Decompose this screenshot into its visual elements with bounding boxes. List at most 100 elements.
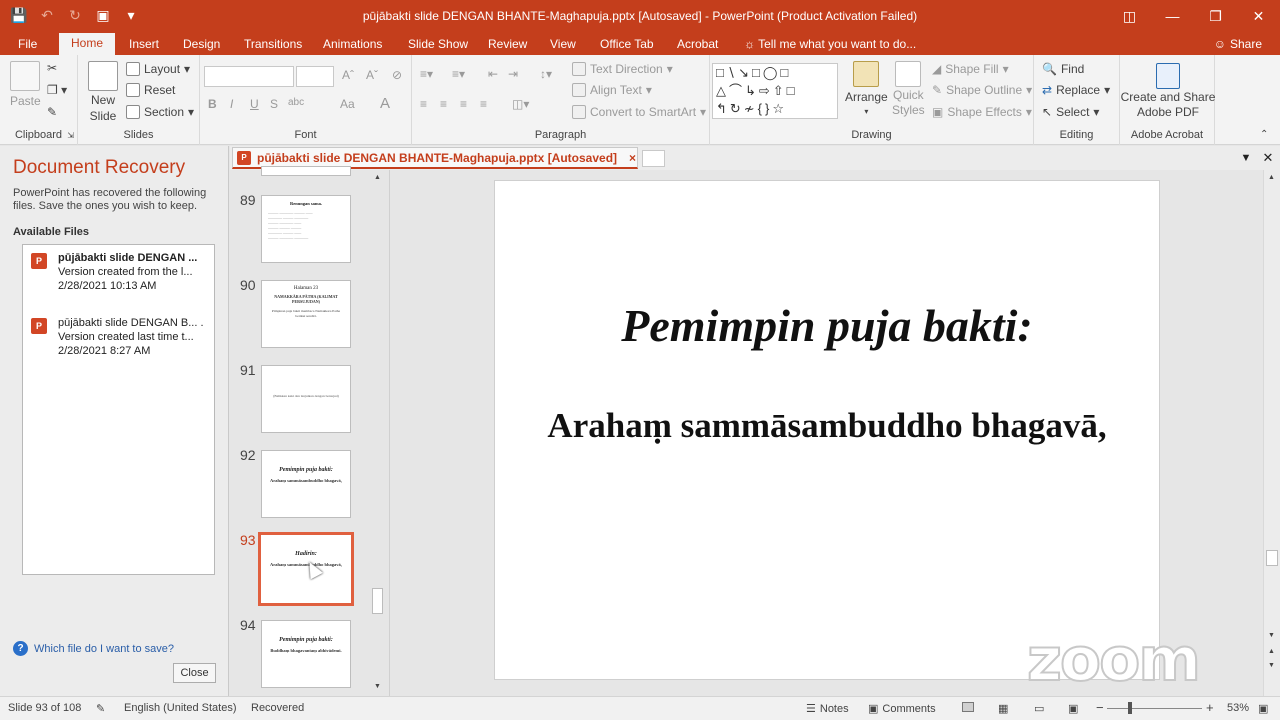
- slide-thumbnail-94[interactable]: Pemimpin puja bakti: Buddhaṃ bhagavantaṃ…: [261, 620, 351, 688]
- underline-button[interactable]: U: [250, 97, 259, 111]
- decrease-font-icon[interactable]: Aˇ: [366, 68, 378, 82]
- close-document-icon[interactable]: ✕: [1260, 150, 1276, 166]
- shape-fill-button[interactable]: ◢ Shape Fill ▾: [932, 62, 1009, 76]
- format-painter-icon[interactable]: ✎: [47, 105, 57, 119]
- copy-icon[interactable]: ❐ ▾: [47, 83, 67, 97]
- comments-button[interactable]: ▣ Comments: [868, 702, 936, 716]
- next-slide-icon[interactable]: ▼: [1265, 660, 1278, 672]
- minimize-icon[interactable]: —: [1151, 0, 1194, 32]
- slide-thumbnail-89[interactable]: Renungan sama. ——— ———— ——— —— ———— ——— —…: [261, 195, 351, 263]
- cut-icon[interactable]: ✂: [47, 61, 57, 75]
- layout-button[interactable]: Layout ▾: [126, 62, 190, 76]
- slide-thumbnail-91[interactable]: (Balikkan kaki dan lanjutkan dengan bers…: [261, 365, 351, 433]
- change-case-button[interactable]: Aa: [340, 97, 355, 111]
- increase-font-icon[interactable]: Aˆ: [342, 68, 354, 82]
- numbering-icon[interactable]: ≡▾: [452, 67, 465, 81]
- shape-effects-button[interactable]: ▣ Shape Effects ▾: [932, 105, 1032, 119]
- font-family-combo[interactable]: [204, 66, 294, 87]
- reset-button[interactable]: Reset: [126, 83, 175, 97]
- zoom-slider[interactable]: [1107, 708, 1202, 709]
- new-slide-button[interactable]: New Slide: [88, 61, 118, 123]
- quick-styles-button[interactable]: Quick Styles: [892, 61, 925, 117]
- restore-icon[interactable]: ❐: [1194, 0, 1237, 32]
- clipboard-launcher-icon[interactable]: ⇲: [67, 131, 74, 140]
- font-color-icon[interactable]: A: [380, 95, 390, 112]
- tab-insert[interactable]: Insert: [129, 35, 159, 55]
- justify-icon[interactable]: ≡: [480, 97, 487, 111]
- reading-view-icon[interactable]: ▭: [1034, 702, 1044, 715]
- replace-button[interactable]: ⇄ Replace ▾: [1042, 83, 1110, 97]
- clear-format-icon[interactable]: ⊘: [392, 68, 402, 82]
- recovery-close-button[interactable]: Close: [173, 663, 216, 683]
- paste-button[interactable]: Paste: [10, 61, 41, 108]
- tab-acrobat[interactable]: Acrobat: [677, 35, 718, 55]
- bold-button[interactable]: B: [208, 97, 217, 111]
- tab-list-dropdown-icon[interactable]: ▼: [1238, 150, 1254, 166]
- bullets-icon[interactable]: ≡▾: [420, 67, 433, 81]
- increase-indent-icon[interactable]: ⇥: [508, 67, 518, 81]
- find-button[interactable]: 🔍 Find: [1042, 62, 1084, 76]
- shape-outline-button[interactable]: ✎ Shape Outline ▾: [932, 83, 1032, 97]
- zoom-in-button[interactable]: +: [1206, 700, 1214, 715]
- tab-transitions[interactable]: Transitions: [244, 35, 302, 55]
- share-button[interactable]: ☺ Share: [1210, 35, 1266, 53]
- convert-smartart-button[interactable]: Convert to SmartArt ▾: [572, 105, 706, 119]
- thumbnails-scroll-thumb[interactable]: [372, 588, 383, 614]
- decrease-indent-icon[interactable]: ⇤: [488, 67, 498, 81]
- zoom-level[interactable]: 53%: [1227, 702, 1249, 714]
- slide-scroll-thumb[interactable]: [1266, 550, 1278, 566]
- align-left-icon[interactable]: ≡: [420, 97, 427, 111]
- slide-body-text[interactable]: Arahaṃ sammāsambuddho bhagavā,: [495, 406, 1159, 446]
- align-center-icon[interactable]: ≡: [440, 97, 447, 111]
- tell-me-search[interactable]: ☼ Tell me what you want to do...: [744, 35, 916, 55]
- slide-scrollbar[interactable]: ▲ ▼ ▲ ▼: [1263, 170, 1280, 696]
- slideshow-view-icon[interactable]: ▣: [1068, 702, 1078, 715]
- char-spacing-button[interactable]: abc: [288, 97, 304, 108]
- slide-thumbnail-92[interactable]: Pemimpin puja bakti: Arahaṃ sammāsambudd…: [261, 450, 351, 518]
- select-button[interactable]: ↖ Select ▾: [1042, 105, 1099, 119]
- zoom-slider-handle[interactable]: [1128, 702, 1132, 714]
- scroll-up-icon[interactable]: ▲: [371, 172, 384, 184]
- columns-icon[interactable]: ◫▾: [512, 97, 529, 111]
- normal-view-icon[interactable]: [962, 702, 974, 712]
- language-indicator[interactable]: English (United States): [124, 702, 237, 714]
- shapes-gallery[interactable]: □∖↘□◯□ △⌒↳⇨⇧□ ↰↻≁{}☆: [712, 63, 838, 119]
- scroll-up-icon[interactable]: ▲: [1265, 172, 1278, 184]
- scroll-down-icon[interactable]: ▼: [371, 681, 384, 693]
- font-size-combo[interactable]: [296, 66, 334, 87]
- zoom-out-button[interactable]: −: [1096, 700, 1104, 715]
- section-button[interactable]: Section ▾: [126, 105, 194, 119]
- tab-file[interactable]: File: [18, 35, 37, 55]
- tab-view[interactable]: View: [550, 35, 576, 55]
- arrange-button[interactable]: Arrange ▾: [845, 61, 888, 116]
- slide-title[interactable]: Pemimpin puja bakti:: [495, 299, 1159, 352]
- align-right-icon[interactable]: ≡: [460, 97, 467, 111]
- tab-home[interactable]: Home: [59, 33, 116, 55]
- notes-button[interactable]: ☰ Notes: [806, 702, 849, 716]
- collapse-ribbon-icon[interactable]: ⌃: [1260, 129, 1268, 140]
- tab-animations[interactable]: Animations: [323, 35, 382, 55]
- tab-officetab[interactable]: Office Tab: [600, 35, 654, 55]
- ribbon-display-icon[interactable]: ◫: [1108, 0, 1151, 32]
- slide-thumbnail[interactable]: [261, 166, 351, 176]
- tab-design[interactable]: Design: [183, 35, 220, 55]
- previous-slide-icon[interactable]: ▲: [1265, 646, 1278, 658]
- close-icon[interactable]: ✕: [1237, 0, 1280, 32]
- line-spacing-icon[interactable]: ↕▾: [540, 67, 552, 81]
- create-share-pdf-button[interactable]: Create and Share Adobe PDF: [1121, 63, 1215, 119]
- slide-sorter-icon[interactable]: ▦: [998, 702, 1008, 715]
- slide-thumbnail-90[interactable]: Halaman 23 NAMAKKĀRA PĀTHA (KALIMAT PERS…: [261, 280, 351, 348]
- fit-to-window-icon[interactable]: ▣: [1258, 702, 1268, 715]
- new-tab-button[interactable]: [642, 150, 665, 167]
- tab-review[interactable]: Review: [488, 35, 527, 55]
- align-text-button[interactable]: Align Text ▾: [572, 83, 652, 97]
- text-direction-button[interactable]: Text Direction ▾: [572, 62, 673, 76]
- strikethrough-button[interactable]: S: [270, 97, 278, 111]
- thumbnails-scrollbar[interactable]: ▲ ▼: [370, 170, 385, 696]
- spell-check-icon[interactable]: ✎: [96, 702, 105, 715]
- close-tab-icon[interactable]: ×: [629, 151, 636, 165]
- italic-button[interactable]: I: [230, 97, 233, 111]
- which-file-help-link[interactable]: ? Which file do I want to save?: [13, 641, 174, 656]
- current-slide[interactable]: Pemimpin puja bakti: Arahaṃ sammāsambudd…: [494, 180, 1160, 680]
- scroll-down-icon[interactable]: ▼: [1265, 630, 1278, 642]
